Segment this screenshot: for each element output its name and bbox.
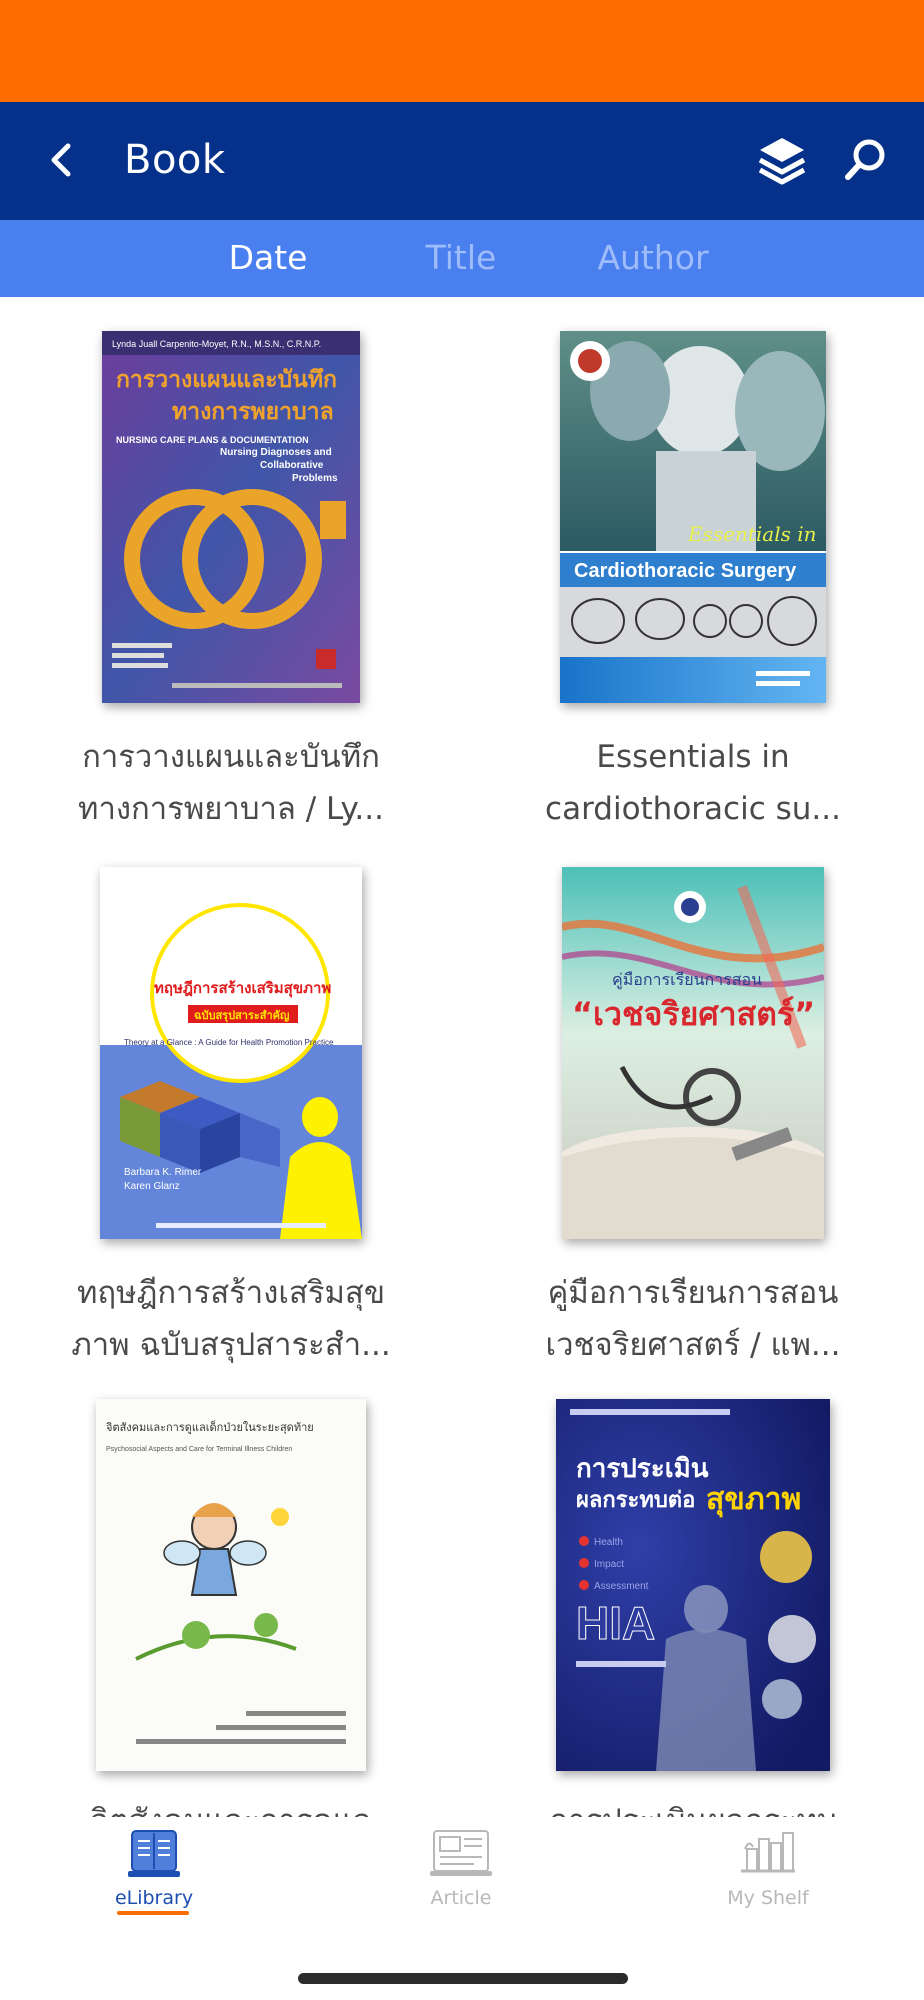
svg-text:สุขภาพ: สุขภาพ: [706, 1482, 801, 1518]
cover-cardiothoracic-surgery: Essentials in Cardiothoracic Surgery: [560, 331, 826, 703]
app-bar: Book: [0, 102, 924, 220]
svg-text:Theory at a Glance : A Guide f: Theory at a Glance : A Guide for Health …: [124, 1038, 334, 1047]
article-icon: [430, 1830, 492, 1876]
nav-label-article: Article: [430, 1887, 492, 1909]
book-item[interactable]: ทฤษฎีการสร้างเสริมสุขภาพ ฉบับสรุปสาระสำค…: [0, 837, 462, 1371]
active-tab-indicator: [117, 1911, 189, 1915]
svg-text:“เวชจริยศาสตร์”: “เวชจริยศาสตร์”: [572, 995, 815, 1033]
svg-text:Barbara K. Rimer: Barbara K. Rimer: [124, 1167, 202, 1178]
search-button[interactable]: [838, 132, 894, 188]
svg-text:NURSING CARE PLANS & DOCUMENTA: NURSING CARE PLANS & DOCUMENTATION: [116, 435, 309, 445]
cover-health-impact-assessment: การประเมิน ผลกระทบต่อ สุขภาพ Health Impa…: [556, 1399, 830, 1771]
svg-text:Psychosocial Aspects and Care: Psychosocial Aspects and Care for Termin…: [106, 1446, 292, 1453]
cover-psychosocial-care: จิตสังคมและการดูแลเด็กป่วยในระยะสุดท้าย …: [96, 1399, 366, 1771]
tab-author[interactable]: Author: [578, 236, 728, 280]
tab-date[interactable]: Date: [193, 236, 343, 280]
cover-nursing-care-plans: Lynda Juall Carpenito-Moyet, R.N., M.S.N…: [102, 331, 360, 703]
nav-label-elibrary: eLibrary: [114, 1887, 194, 1909]
svg-text:Nursing Diagnoses and: Nursing Diagnoses and: [220, 447, 332, 458]
book-title[interactable]: การประเมินผลกระทบ: [502, 1795, 884, 1817]
bookshelf-icon: [741, 1832, 795, 1873]
book-grid: Lynda Juall Carpenito-Moyet, R.N., M.S.N…: [0, 297, 924, 1817]
book-cover[interactable]: จิตสังคมและการดูแลเด็กป่วยในระยะสุดท้าย …: [96, 1399, 366, 1771]
svg-text:Health: Health: [594, 1537, 623, 1548]
library-book-icon: [128, 1830, 180, 1877]
tab-title[interactable]: Title: [386, 236, 536, 280]
page-title: Book: [124, 137, 226, 183]
book-cover[interactable]: การประเมิน ผลกระทบต่อ สุขภาพ Health Impa…: [556, 1399, 830, 1771]
svg-text:การวางแผนและบันทึก: การวางแผนและบันทึก: [116, 367, 337, 393]
layers-icon: [758, 138, 806, 185]
svg-text:Collaborative: Collaborative: [260, 460, 324, 471]
svg-text:Karen Glanz: Karen Glanz: [124, 1181, 180, 1192]
book-title[interactable]: ทฤษฎีการสร้างเสริมสุข ภาพ ฉบับสรุปสาระสำ…: [40, 1267, 422, 1371]
book-cover[interactable]: Lynda Juall Carpenito-Moyet, R.N., M.S.N…: [102, 331, 360, 703]
book-cover[interactable]: คู่มือการเรียนการสอน “เวชจริยศาสตร์”: [562, 867, 824, 1239]
layers-button[interactable]: [752, 130, 812, 190]
book-cover[interactable]: Essentials in Cardiothoracic Surgery: [560, 331, 826, 703]
book-title[interactable]: การวางแผนและบันทึก ทางการพยาบาล / Ly...: [40, 731, 422, 835]
nav-elibrary[interactable]: eLibrary: [54, 1827, 254, 1937]
nav-label-my-shelf: My Shelf: [727, 1887, 809, 1909]
svg-text:Lynda Juall Carpenito-Moyet, R: Lynda Juall Carpenito-Moyet, R.N., M.S.N…: [112, 339, 321, 349]
book-item[interactable]: การประเมิน ผลกระทบต่อ สุขภาพ Health Impa…: [462, 1371, 924, 1817]
svg-text:Essentials in: Essentials in: [687, 522, 817, 546]
book-item[interactable]: คู่มือการเรียนการสอน “เวชจริยศาสตร์” คู่…: [462, 837, 924, 1371]
svg-text:ผลกระทบต่อ: ผลกระทบต่อ: [576, 1488, 695, 1513]
book-title[interactable]: Essentials in cardiothoracic su...: [502, 731, 884, 835]
status-bar: [0, 0, 924, 102]
book-title[interactable]: คู่มือการเรียนการสอน เวชจริยศาสตร์ / แพ.…: [502, 1267, 884, 1371]
search-icon: [845, 139, 885, 180]
book-item[interactable]: จิตสังคมและการดูแลเด็กป่วยในระยะสุดท้าย …: [0, 1371, 462, 1817]
svg-text:จิตสังคมและการดูแลเด็กป่วยในระ: จิตสังคมและการดูแลเด็กป่วยในระยะสุดท้าย: [105, 1420, 313, 1434]
svg-text:Assessment: Assessment: [594, 1581, 649, 1592]
svg-text:การประเมิน: การประเมิน: [576, 1454, 709, 1484]
svg-text:คู่มือการเรียนการสอน: คู่มือการเรียนการสอน: [612, 970, 762, 990]
svg-text:Problems: Problems: [292, 473, 338, 484]
chevron-left-icon: [51, 143, 71, 177]
svg-text:ฉบับสรุปสาระสำคัญ: ฉบับสรุปสาระสำคัญ: [194, 1009, 289, 1023]
cover-health-promotion-theory: ทฤษฎีการสร้างเสริมสุขภาพ ฉบับสรุปสาระสำค…: [100, 867, 362, 1239]
back-button[interactable]: [34, 132, 90, 188]
svg-text:Impact: Impact: [594, 1559, 624, 1570]
svg-text:HIA: HIA: [576, 1597, 655, 1649]
home-indicator[interactable]: [298, 1973, 628, 1984]
bottom-nav: eLibrary Article My Shelf: [0, 1817, 924, 2000]
book-cover[interactable]: ทฤษฎีการสร้างเสริมสุขภาพ ฉบับสรุปสาระสำค…: [100, 867, 362, 1239]
svg-text:ทางการพยาบาล: ทางการพยาบาล: [172, 399, 334, 425]
svg-text:Cardiothoracic Surgery: Cardiothoracic Surgery: [574, 560, 797, 582]
book-item[interactable]: Essentials in Cardiothoracic Surgery Ess…: [462, 297, 924, 837]
book-title[interactable]: จิตสังคมและการดูแล: [40, 1795, 422, 1817]
svg-text:ทฤษฎีการสร้างเสริมสุขภาพ: ทฤษฎีการสร้างเสริมสุขภาพ: [154, 979, 331, 998]
book-item[interactable]: Lynda Juall Carpenito-Moyet, R.N., M.S.N…: [0, 297, 462, 837]
nav-article[interactable]: Article: [361, 1827, 561, 1937]
sort-tabs: Date Title Author: [0, 220, 924, 297]
cover-medical-ethics: คู่มือการเรียนการสอน “เวชจริยศาสตร์”: [562, 867, 824, 1239]
nav-my-shelf[interactable]: My Shelf: [668, 1827, 868, 1937]
